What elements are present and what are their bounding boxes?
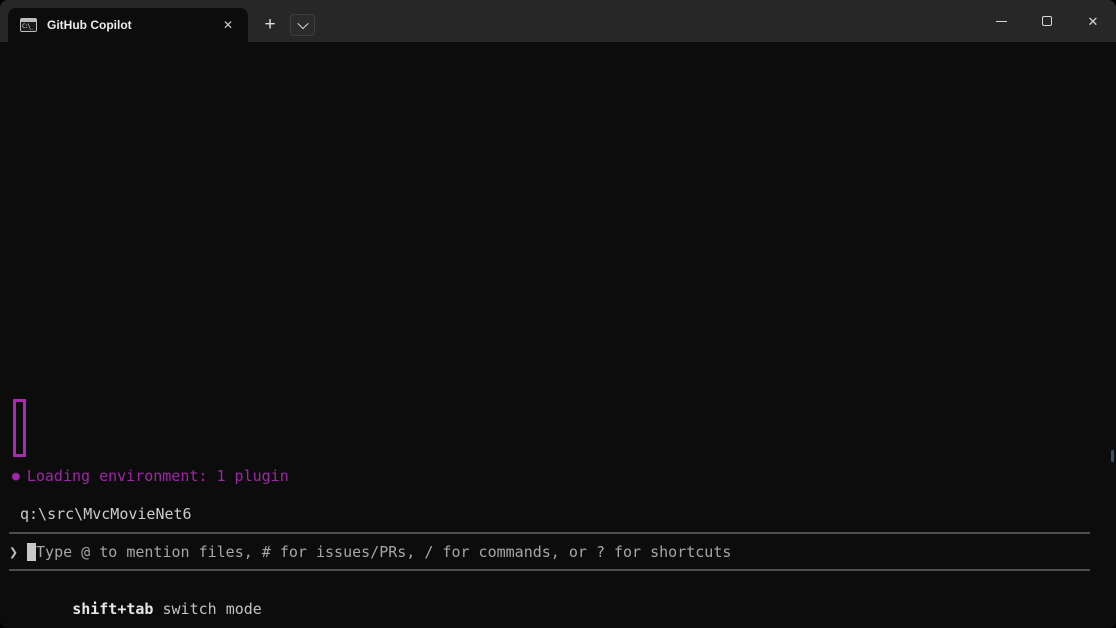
tab-title: GitHub Copilot (47, 18, 218, 32)
maximize-icon (1042, 16, 1052, 26)
terminal-content[interactable]: ● Loading environment: 1 plugin q:\src\Mv… (0, 42, 1116, 628)
keybinding-action: switch mode (153, 600, 261, 618)
copilot-logo-bar (13, 399, 26, 457)
prompt-input-row[interactable]: ❯ Type @ to mention files, # for issues/… (9, 542, 731, 562)
scrollbar-thumb[interactable] (1111, 450, 1114, 462)
loading-bullet-icon: ● (12, 467, 20, 486)
prompt-placeholder-text: Type @ to mention files, # for issues/PR… (36, 542, 731, 562)
tab-close-icon[interactable]: ✕ (218, 15, 238, 35)
working-directory-path: q:\src\MvcMovieNet6 (20, 505, 192, 524)
close-icon: ✕ (1088, 15, 1099, 28)
titlebar[interactable]: GitHub Copilot ✕ + ✕ (0, 0, 1116, 42)
new-tab-button[interactable]: + (253, 11, 287, 39)
loading-status-text: Loading environment: 1 plugin (27, 467, 289, 486)
minimize-button[interactable] (978, 0, 1024, 42)
command-prompt-icon (20, 18, 37, 32)
chevron-down-icon (297, 18, 308, 29)
tab-github-copilot[interactable]: GitHub Copilot ✕ (8, 8, 248, 42)
window-controls: ✕ (978, 0, 1116, 42)
maximize-button[interactable] (1024, 0, 1070, 42)
prompt-divider-bottom (9, 569, 1090, 571)
terminal-window: GitHub Copilot ✕ + ✕ ● Loading environmen… (0, 0, 1116, 628)
text-cursor (27, 543, 36, 561)
prompt-divider-top (9, 532, 1090, 534)
prompt-chevron-icon: ❯ (9, 542, 18, 562)
keybinding-key: shift+tab (72, 600, 153, 618)
close-button[interactable]: ✕ (1070, 0, 1116, 42)
keybinding-hint-line: shift+tab switch mode (18, 581, 262, 600)
tab-dropdown-button[interactable] (290, 14, 315, 36)
minimize-icon (996, 21, 1007, 22)
loading-status-line: ● Loading environment: 1 plugin (12, 467, 289, 486)
